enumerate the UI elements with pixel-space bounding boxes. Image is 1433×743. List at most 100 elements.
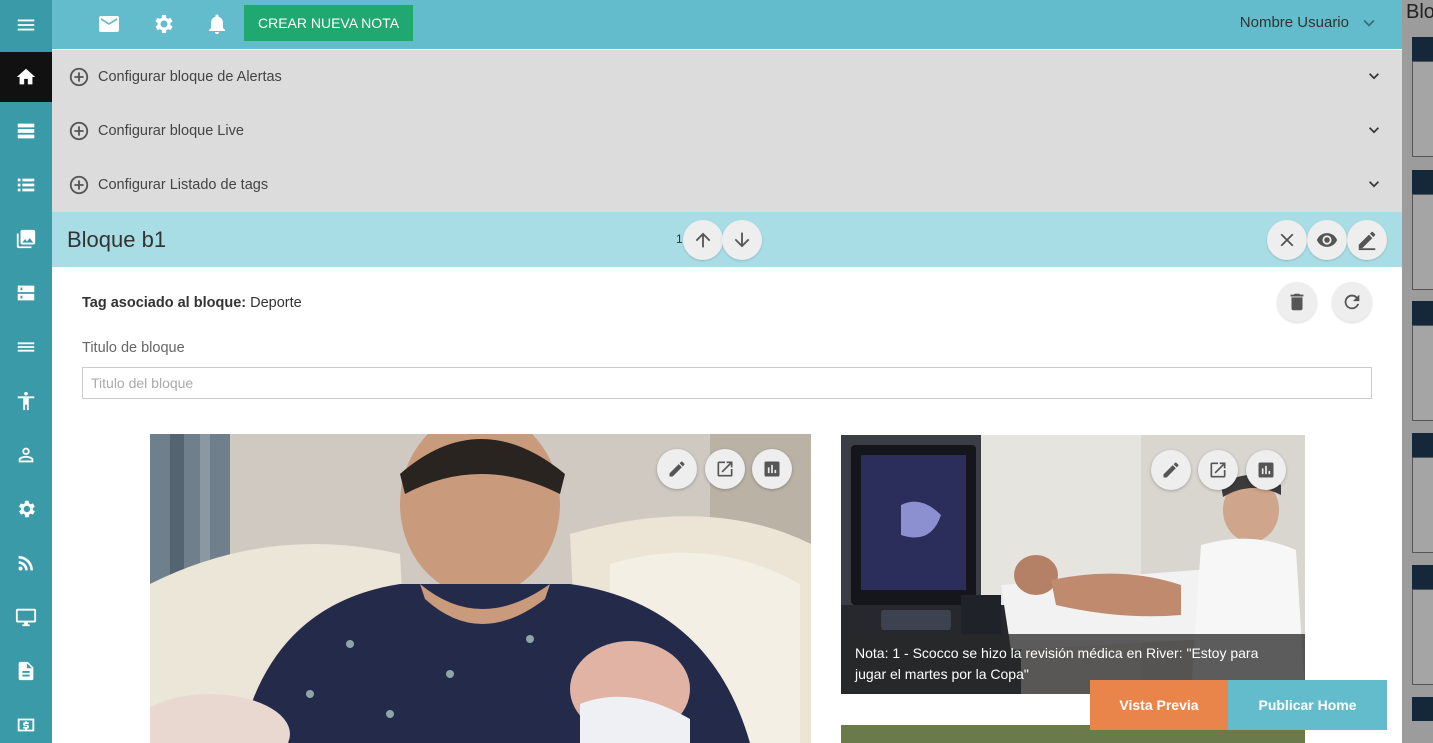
rss-feed-icon: [18, 556, 33, 571]
pencil-icon: [1358, 231, 1376, 251]
edit-note-button[interactable]: [1151, 450, 1191, 490]
publish-home-button[interactable]: Publicar Home: [1228, 680, 1387, 730]
close-icon: [1280, 233, 1294, 247]
dns-icon: [17, 285, 35, 301]
config-alerts-row[interactable]: Configurar bloque de Alertas: [52, 50, 1402, 104]
note-card-secondary[interactable]: Nota: 1 - Scocco se hizo la revisión méd…: [841, 435, 1305, 694]
edit-note-button[interactable]: [657, 449, 697, 489]
view-agenda-icon: [17, 123, 35, 139]
block-tag-label: Tag asociado al bloque:: [82, 295, 247, 311]
panel-block[interactable]: [1412, 61, 1433, 157]
sidebar-item-screens[interactable]: [0, 592, 52, 642]
pencil-icon: [1163, 462, 1179, 478]
person-icon: [18, 447, 34, 463]
block-title-label: Titulo de bloque: [82, 340, 185, 356]
sidebar-item-blocks[interactable]: [0, 106, 52, 156]
chevron-down-icon[interactable]: [1364, 66, 1384, 86]
config-live-row[interactable]: Configurar bloque Live: [52, 104, 1402, 158]
config-live-label: Configurar bloque Live: [98, 123, 244, 139]
create-note-button[interactable]: CREAR NUEVA NOTA: [244, 5, 413, 41]
eye-icon: [1316, 233, 1338, 247]
note-card-main[interactable]: [150, 434, 811, 743]
add-circle-icon: [68, 66, 90, 88]
block-tag-value: Deporte: [250, 295, 302, 311]
note-stats-button[interactable]: [1246, 450, 1286, 490]
preview-button[interactable]: Vista Previa: [1090, 680, 1228, 730]
delete-tag-button[interactable]: [1277, 282, 1317, 322]
user-name[interactable]: Nombre Usuario: [1240, 14, 1349, 31]
edit-block-button[interactable]: [1347, 220, 1387, 260]
panel-block[interactable]: [1412, 589, 1433, 685]
panel-block-header[interactable]: [1412, 37, 1433, 61]
panel-block-header[interactable]: [1412, 301, 1433, 325]
block-title: Bloque b1: [67, 227, 167, 252]
desktop-icon: [15, 608, 37, 627]
panel-block[interactable]: [1412, 457, 1433, 553]
sidebar-item-order[interactable]: [0, 322, 52, 372]
accessibility-icon: [17, 391, 35, 411]
open-in-new-icon: [1210, 462, 1226, 478]
sidebar-item-users[interactable]: [0, 430, 52, 480]
note-stats-button[interactable]: [752, 449, 792, 489]
move-down-button[interactable]: [722, 220, 762, 260]
sidebar: [0, 0, 52, 743]
chevron-down-icon: [1363, 19, 1375, 27]
preview-block-button[interactable]: [1307, 220, 1347, 260]
sidebar-item-home[interactable]: [0, 52, 52, 102]
refresh-tag-button[interactable]: [1332, 282, 1372, 322]
home-icon: [16, 68, 36, 85]
panel-block[interactable]: [1412, 325, 1433, 421]
chevron-down-icon[interactable]: [1364, 120, 1384, 140]
close-block-button[interactable]: [1267, 220, 1307, 260]
open-in-new-icon: [717, 461, 733, 477]
config-tags-label: Configurar Listado de tags: [98, 177, 269, 193]
sidebar-item-rss[interactable]: [0, 538, 52, 588]
panel-title: Bloques: [1406, 1, 1433, 23]
config-alerts-label: Configurar bloque de Alertas: [98, 69, 282, 85]
bar-chart-icon: [764, 461, 780, 477]
add-circle-icon: [68, 120, 90, 142]
money-icon: [17, 718, 35, 732]
chevron-down-icon[interactable]: [1364, 174, 1384, 194]
sidebar-item-servers[interactable]: [0, 268, 52, 318]
refresh-icon: [1344, 294, 1360, 310]
sidebar-item-settings[interactable]: [0, 484, 52, 534]
open-note-button[interactable]: [1198, 450, 1238, 490]
panel-block[interactable]: [1412, 194, 1433, 290]
panel-block-header[interactable]: [1412, 697, 1433, 721]
block-title-input[interactable]: [82, 367, 1372, 399]
top-bar: CREAR NUEVA NOTA Nombre Usuario: [52, 0, 1402, 49]
sidebar-item-gallery[interactable]: [0, 214, 52, 264]
user-menu-toggle[interactable]: [1358, 12, 1380, 34]
add-circle-icon: [68, 174, 90, 196]
trash-icon: [1290, 293, 1304, 311]
view-list-icon: [17, 178, 35, 192]
sidebar-item-accessibility[interactable]: [0, 376, 52, 426]
mail-icon: [99, 16, 119, 32]
sidebar-item-documents[interactable]: [0, 646, 52, 696]
photo-library-icon: [16, 229, 36, 249]
settings-button[interactable]: [151, 12, 175, 36]
sidebar-item-list[interactable]: [0, 160, 52, 210]
move-up-button[interactable]: [683, 220, 723, 260]
panel-block-header[interactable]: [1412, 565, 1433, 589]
mail-button[interactable]: [97, 12, 121, 36]
block-tag-line: Tag asociado al bloque: Deporte: [82, 295, 302, 311]
panel-block-header[interactable]: [1412, 170, 1433, 194]
bell-icon: [209, 14, 225, 34]
menu-icon: [17, 19, 35, 31]
block-position: 1: [676, 232, 683, 246]
panel-block-header[interactable]: [1412, 433, 1433, 457]
arrow-down-icon: [734, 232, 750, 248]
config-tags-row[interactable]: Configurar Listado de tags: [52, 158, 1402, 212]
pencil-icon: [669, 461, 685, 477]
blocks-side-panel: Bloques: [1402, 0, 1433, 743]
open-note-button[interactable]: [705, 449, 745, 489]
bar-chart-icon: [1258, 462, 1274, 478]
notifications-button[interactable]: [205, 12, 229, 36]
gear-icon: [155, 15, 173, 33]
sidebar-menu-button[interactable]: [0, 0, 52, 50]
sidebar-item-money[interactable]: [0, 700, 52, 743]
reorder-icon: [17, 342, 35, 352]
settings-icon: [19, 500, 35, 518]
